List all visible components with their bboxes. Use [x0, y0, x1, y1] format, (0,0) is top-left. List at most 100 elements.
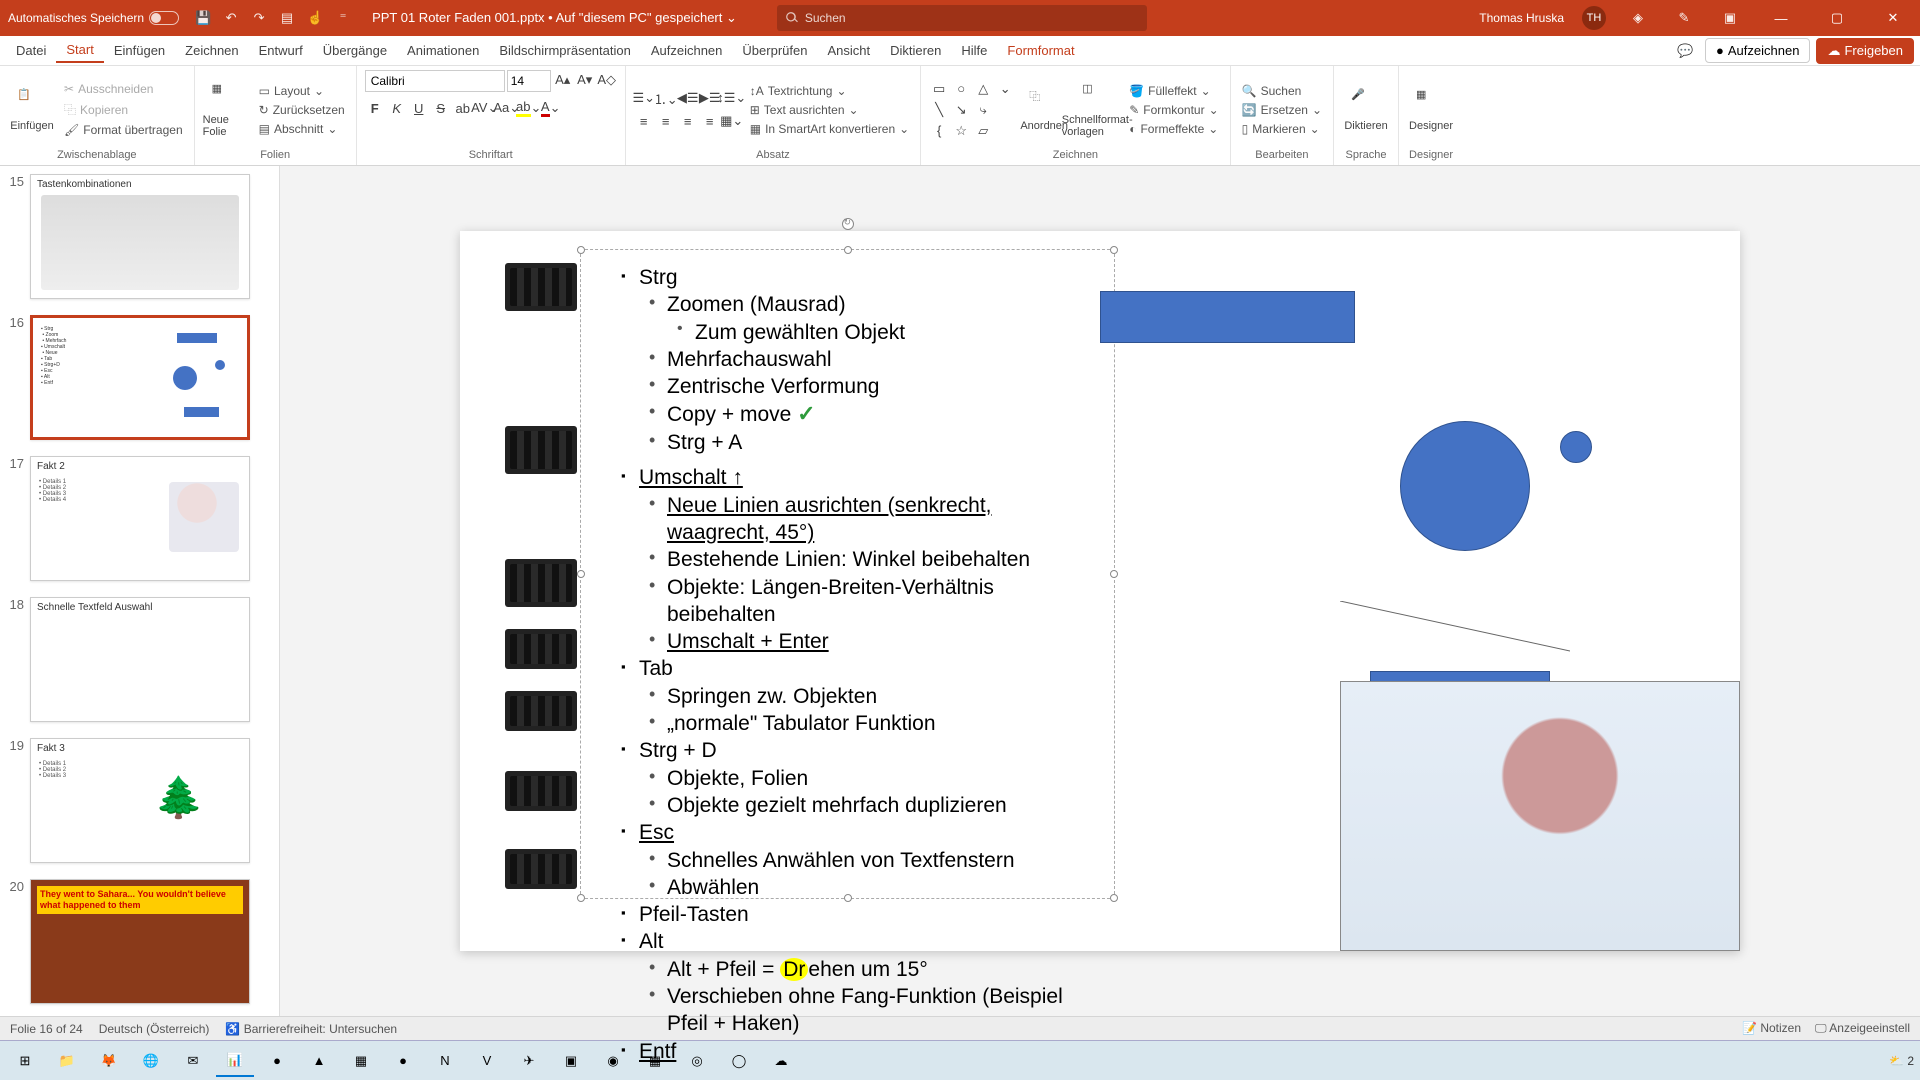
key-image-shift[interactable]: [505, 426, 577, 474]
strike-button[interactable]: S: [431, 98, 451, 118]
smartart-button[interactable]: ▦ In SmartArt konvertieren ⌄: [747, 121, 912, 137]
shape-tri-icon[interactable]: △: [973, 79, 993, 99]
shape-oval-icon[interactable]: ○: [951, 79, 971, 99]
share-button[interactable]: ☁ Freigeben: [1816, 38, 1914, 64]
record-button[interactable]: ● Aufzeichnen: [1705, 38, 1810, 63]
select-button[interactable]: ▯ Markieren ⌄: [1239, 121, 1325, 137]
outlook-icon[interactable]: ✉: [174, 1045, 212, 1077]
window-icon[interactable]: ▣: [1720, 8, 1740, 28]
tab-help[interactable]: Hilfe: [951, 39, 997, 62]
shape-circle-large[interactable]: [1400, 421, 1530, 551]
shape-arrow-icon[interactable]: ↘: [951, 100, 971, 120]
tab-slideshow[interactable]: Bildschirmpräsentation: [489, 39, 641, 62]
shapes-more-icon[interactable]: ⌄: [995, 79, 1015, 99]
diamond-icon[interactable]: ◈: [1628, 8, 1648, 28]
app-icon-3[interactable]: ▦: [342, 1045, 380, 1077]
shape-rect-icon[interactable]: ▭: [929, 79, 949, 99]
outline-button[interactable]: ✎ Formkontur ⌄: [1126, 102, 1221, 118]
slide-thumbnail-panel[interactable]: 15 Tastenkombinationen 16 ▪ Strg • Zoom …: [0, 166, 280, 1016]
app-icon-1[interactable]: ●: [258, 1045, 296, 1077]
underline-button[interactable]: U: [409, 98, 429, 118]
notes-toggle[interactable]: 📝 Notizen: [1742, 1021, 1801, 1036]
save-icon[interactable]: 💾: [193, 8, 213, 28]
designer-button[interactable]: ▦Designer: [1407, 88, 1455, 132]
visio-icon[interactable]: V: [468, 1045, 506, 1077]
dictate-button[interactable]: 🎤Diktieren: [1342, 88, 1390, 132]
section-button[interactable]: ▤ Abschnitt ⌄: [256, 121, 348, 137]
font-name-select[interactable]: [365, 70, 505, 92]
layout-button[interactable]: ▭ Layout ⌄: [256, 83, 348, 99]
key-image-entf[interactable]: [505, 849, 577, 889]
decrease-indent-icon[interactable]: ◀☰: [678, 88, 698, 108]
text-direction-button[interactable]: ↕A Textrichtung ⌄: [747, 83, 912, 99]
shape-line[interactable]: [1340, 601, 1570, 661]
italic-button[interactable]: K: [387, 98, 407, 118]
thumb-15[interactable]: 15 Tastenkombinationen: [0, 166, 279, 307]
search-input[interactable]: Suchen: [777, 5, 1147, 31]
tab-record[interactable]: Aufzeichnen: [641, 39, 733, 62]
effects-button[interactable]: ◐ Formeffekte ⌄: [1126, 121, 1221, 137]
highlight-button[interactable]: ab⌄: [519, 98, 539, 118]
pen-icon[interactable]: ✎: [1674, 8, 1694, 28]
content-textbox[interactable]: Strg Zoomen (Mausrad) Zum gewählten Obje…: [580, 249, 1115, 899]
tab-transitions[interactable]: Übergänge: [313, 39, 397, 62]
autosave-toggle[interactable]: Automatisches Speichern: [8, 11, 179, 25]
bold-button[interactable]: F: [365, 98, 385, 118]
thumb-19[interactable]: 19 Fakt 3 • Details 1• Details 2• Detail…: [0, 730, 279, 871]
key-image-esc[interactable]: [505, 691, 577, 731]
spacing-button[interactable]: AV⌄: [475, 98, 495, 118]
thumb-18[interactable]: 18 Schnelle Textfeld Auswahl: [0, 589, 279, 730]
telegram-icon[interactable]: ✈: [510, 1045, 548, 1077]
quick-styles-button[interactable]: ◫Schnellformat- vorlagen: [1073, 82, 1121, 138]
explorer-icon[interactable]: 📁: [48, 1045, 86, 1077]
key-image-alt[interactable]: [505, 771, 577, 811]
accessibility-status[interactable]: ♿ Barrierefreiheit: Untersuchen: [225, 1022, 397, 1036]
tab-review[interactable]: Überprüfen: [732, 39, 817, 62]
format-painter-button[interactable]: 🖌 Format übertragen: [61, 122, 186, 138]
slide-edit-area[interactable]: Strg Zoomen (Mausrad) Zum gewählten Obje…: [280, 166, 1920, 1016]
thumb-16[interactable]: 16 ▪ Strg • Zoom • Mehrfach▪ Umschalt • …: [0, 307, 279, 448]
user-name[interactable]: Thomas Hruska: [1479, 11, 1564, 25]
tab-view[interactable]: Ansicht: [817, 39, 880, 62]
tab-shapeformat[interactable]: Formformat: [997, 39, 1084, 62]
tab-insert[interactable]: Einfügen: [104, 39, 175, 62]
undo-icon[interactable]: ↶: [221, 8, 241, 28]
bullets-icon[interactable]: ☰⌄: [634, 88, 654, 108]
font-color-button[interactable]: A⌄: [541, 98, 561, 118]
app-icon-2[interactable]: ▲: [300, 1045, 338, 1077]
touch-icon[interactable]: ☝: [305, 8, 325, 28]
replace-button[interactable]: 🔄 Ersetzen ⌄: [1239, 102, 1325, 118]
reset-button[interactable]: ↻ Zurücksetzen: [256, 102, 348, 118]
shape-star-icon[interactable]: ☆: [951, 121, 971, 141]
align-left-icon[interactable]: ≡: [634, 111, 654, 131]
shape-rect-1[interactable]: [1100, 291, 1355, 343]
thumb-20[interactable]: 20 They went to Sahara... You wouldn't b…: [0, 871, 279, 1012]
font-size-select[interactable]: [507, 70, 551, 92]
qat-more-icon[interactable]: ⁼: [333, 8, 353, 28]
key-image-strgd[interactable]: [505, 629, 577, 669]
case-button[interactable]: Aa⌄: [497, 98, 517, 118]
paste-button[interactable]: 📋Einfügen: [8, 88, 56, 132]
maximize-button[interactable]: ▢: [1818, 0, 1856, 36]
comments-icon[interactable]: 💬: [1675, 41, 1695, 61]
slide-counter[interactable]: Folie 16 of 24: [10, 1022, 83, 1036]
align-right-icon[interactable]: ≡: [678, 111, 698, 131]
document-title[interactable]: PPT 01 Roter Faden 001.pptx • Auf "diese…: [372, 10, 737, 26]
shape-circle-small[interactable]: [1560, 431, 1592, 463]
shadow-button[interactable]: ab: [453, 98, 473, 118]
language-indicator[interactable]: Deutsch (Österreich): [99, 1022, 210, 1036]
shape-brace-icon[interactable]: {: [929, 121, 949, 141]
find-button[interactable]: 🔍 Suchen: [1239, 83, 1325, 99]
columns-icon[interactable]: ▦⌄: [722, 111, 742, 131]
weather-widget[interactable]: ⛅ 2: [1889, 1054, 1914, 1068]
rotate-handle-icon[interactable]: [842, 218, 854, 230]
tab-draw[interactable]: Zeichnen: [175, 39, 248, 62]
present-icon[interactable]: ▤: [277, 8, 297, 28]
close-button[interactable]: ✕: [1874, 0, 1912, 36]
clear-format-icon[interactable]: A◇: [597, 70, 617, 90]
numbering-icon[interactable]: ⒈⌄: [656, 88, 676, 108]
shape-callout-icon[interactable]: ▱: [973, 121, 993, 141]
app-icon-4[interactable]: ●: [384, 1045, 422, 1077]
tab-design[interactable]: Entwurf: [249, 39, 313, 62]
start-button-icon[interactable]: ⊞: [6, 1045, 44, 1077]
